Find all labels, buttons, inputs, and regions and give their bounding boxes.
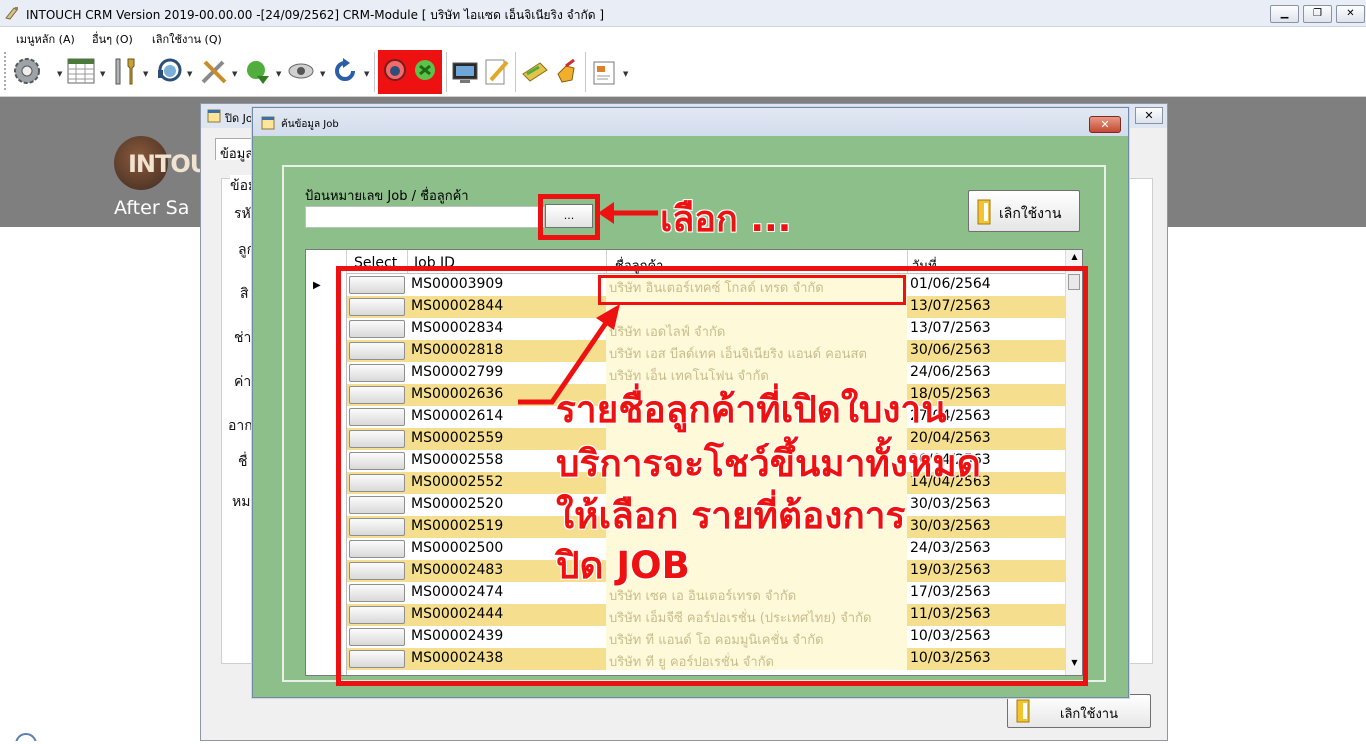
- headset-user-icon[interactable]: [155, 54, 185, 88]
- repair-tools-icon[interactable]: [199, 54, 229, 88]
- status-corner: [0, 728, 40, 744]
- exit-door-icon: [977, 199, 991, 225]
- toolbar-grip: [4, 52, 9, 90]
- field-label-code: รหั: [234, 206, 251, 222]
- report-slides-icon[interactable]: [590, 54, 620, 88]
- search-label: ป้อนหมายเลข Job / ชื่อลูกค้า: [305, 189, 469, 204]
- search-job-title-bar: ค้นข้อมูล Job ✕: [253, 108, 1128, 136]
- app-icon: [5, 7, 18, 20]
- eye-dropdown-icon[interactable]: ▼: [320, 70, 325, 78]
- search-job-close-button[interactable]: ✕: [1089, 116, 1121, 133]
- table-grid-icon[interactable]: [66, 54, 96, 88]
- minimize-button[interactable]: ▁: [1270, 5, 1299, 23]
- annotation-list-hint-4: ปิด JOB: [556, 544, 690, 587]
- close-job-cancel-label: เลิกใช้งาน: [1060, 707, 1118, 722]
- menu-bar: เมนูหลัก (A) อื่นๆ (O) เลิกใช้งาน (Q): [0, 27, 1366, 47]
- field-label-name: ชื่: [238, 454, 248, 470]
- report-dropdown-icon[interactable]: ▼: [623, 70, 628, 78]
- annotation-customer-box: [598, 275, 906, 305]
- refresh-dropdown-icon[interactable]: ▼: [364, 70, 369, 78]
- toolbar-separator: [446, 52, 447, 92]
- green-arrow-sync-icon[interactable]: [243, 54, 273, 88]
- settings-dropdown-icon[interactable]: ▼: [57, 70, 62, 78]
- tools-wrench-icon[interactable]: [110, 54, 140, 88]
- window-form-icon: [261, 116, 275, 130]
- field-label-technician: ช่า: [234, 330, 252, 346]
- window-title-bar: INTOUCH CRM Version 2019-00.00.00 -[24/0…: [0, 0, 1366, 27]
- annotation-list-hint-2: บริการจะโชว์ขึ้นมาทั้งหมด: [556, 442, 981, 485]
- close-window-button[interactable]: ✕: [1336, 5, 1365, 23]
- toolbar-separator: [374, 52, 375, 92]
- window-form-icon: [207, 109, 221, 123]
- close-job-cancel-button[interactable]: เลิกใช้งาน: [1007, 694, 1151, 728]
- close-job-arrow-icon[interactable]: [410, 54, 440, 88]
- search-input[interactable]: [305, 206, 545, 228]
- cancel-label: เลิกใช้งาน: [999, 206, 1062, 222]
- scroll-up-icon[interactable]: ▲: [1066, 252, 1082, 266]
- restore-button[interactable]: ❐: [1303, 5, 1332, 23]
- toolbar-separator: [585, 52, 586, 92]
- menu-other[interactable]: อื่นๆ (O): [92, 30, 133, 48]
- field-label-cost: ค่า: [234, 374, 252, 390]
- status-circle-icon: [15, 733, 37, 744]
- menu-quit[interactable]: เลิกใช้งาน (Q): [152, 30, 222, 48]
- close-job-close-button[interactable]: ✕: [1135, 107, 1163, 124]
- eye-lens-icon[interactable]: [287, 54, 317, 88]
- annotation-select-hint: เลือก ...: [660, 199, 792, 240]
- edit-pencil-icon[interactable]: [481, 54, 511, 88]
- toolbar: ▼ ▼ ▼ ▼ ▼ ▼ ▼ ▼ ▼: [0, 48, 1366, 97]
- cancel-button[interactable]: เลิกใช้งาน: [968, 190, 1080, 232]
- exit-door-icon: [1016, 699, 1030, 723]
- tools-dropdown-icon[interactable]: ▼: [143, 70, 148, 78]
- hand-pointer-icon[interactable]: [552, 54, 582, 88]
- annotation-arrow-left-icon: [598, 202, 658, 224]
- toolbar-separator: [515, 52, 516, 92]
- current-row-arrow-icon: ▶: [313, 280, 321, 291]
- close-job-headset-icon[interactable]: [380, 54, 410, 88]
- annotation-list-hint-1: รายชื่อลูกค้าที่เปิดใบงาน: [556, 388, 947, 431]
- field-label-note: หม: [232, 494, 251, 510]
- search-job-title: ค้นข้อมูล Job: [281, 119, 339, 130]
- repair-dropdown-icon[interactable]: ▼: [232, 70, 237, 78]
- field-label-product: สิ: [240, 286, 249, 302]
- table-dropdown-icon[interactable]: ▼: [100, 70, 105, 78]
- window-title: INTOUCH CRM Version 2019-00.00.00 -[24/0…: [26, 8, 605, 22]
- headset-dropdown-icon[interactable]: ▼: [187, 70, 192, 78]
- tab-info[interactable]: ข้อมูล: [215, 138, 255, 162]
- logo-subtitle: After Sa: [114, 197, 190, 219]
- annotation-browse-box: [538, 194, 600, 240]
- monitor-screen-icon[interactable]: [450, 54, 480, 88]
- sync-dropdown-icon[interactable]: ▼: [276, 70, 281, 78]
- settings-gear-icon[interactable]: [12, 54, 42, 88]
- menu-main[interactable]: เมนูหลัก (A): [16, 30, 75, 48]
- refresh-arrow-icon[interactable]: [331, 54, 361, 88]
- logo-text: INTOU: [128, 150, 209, 178]
- wallet-payment-icon[interactable]: [520, 54, 550, 88]
- field-label-symptom: อาก: [228, 418, 253, 434]
